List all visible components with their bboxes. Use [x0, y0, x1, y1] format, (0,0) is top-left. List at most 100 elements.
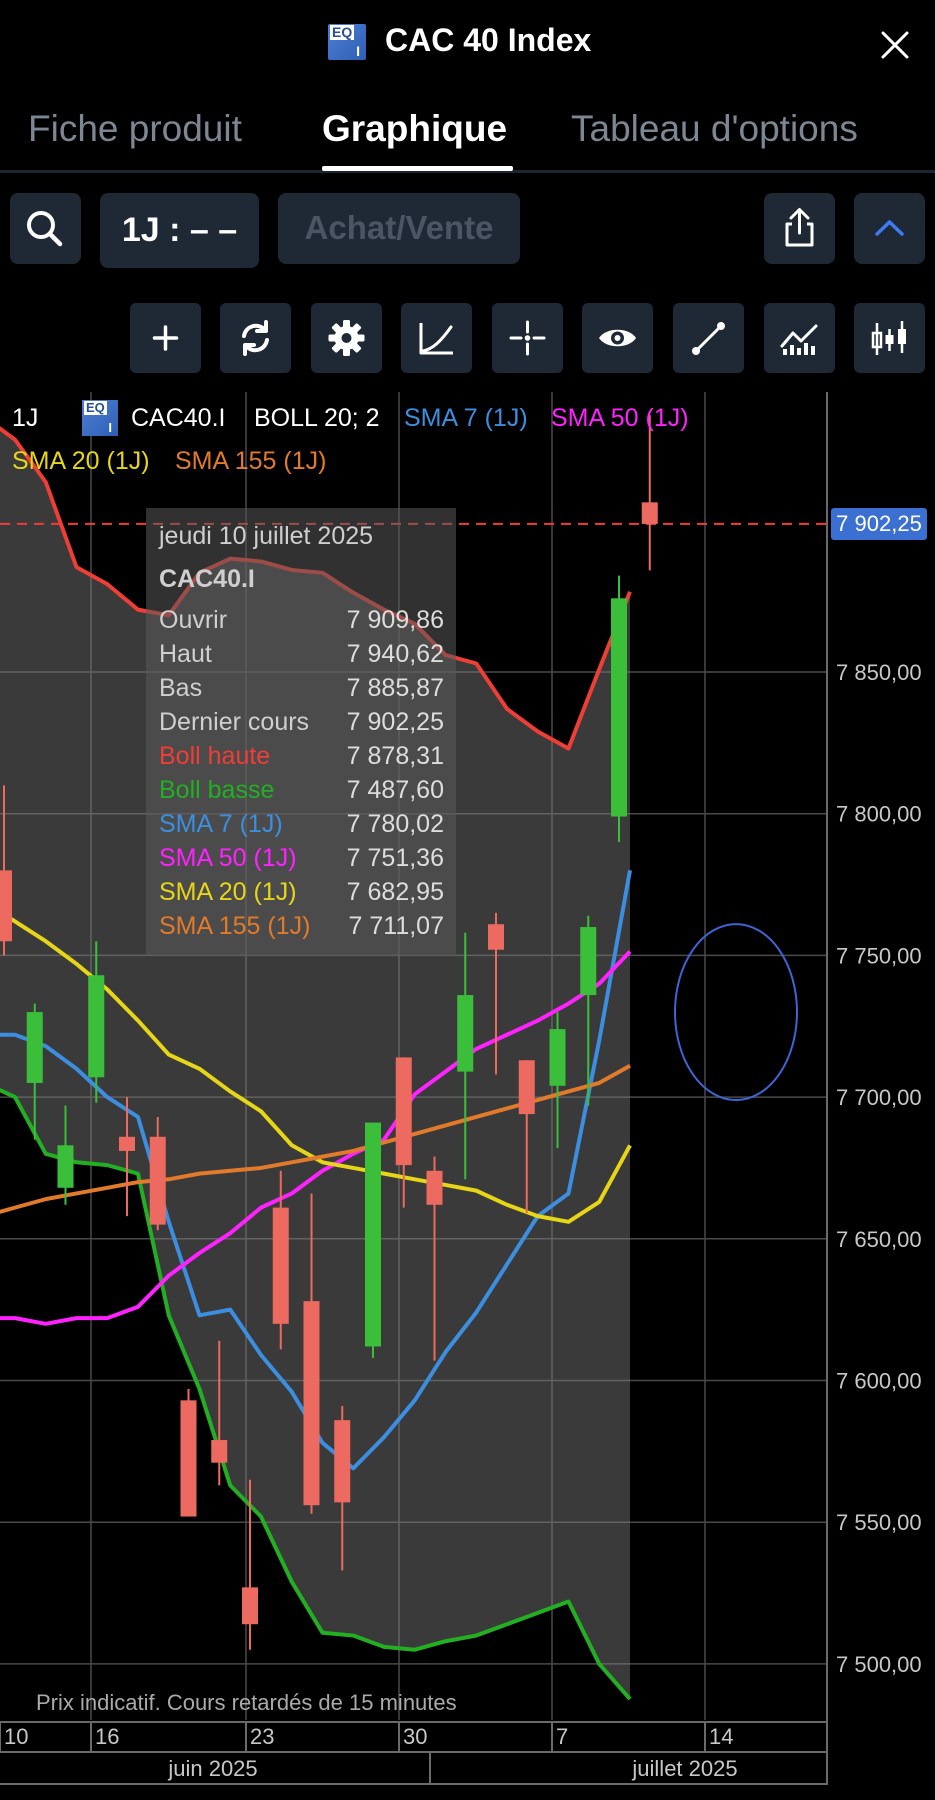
candle-body [334, 1420, 351, 1503]
tooltip-row-label: Boll haute [159, 742, 271, 770]
crosshair-icon [509, 320, 546, 356]
tooltip-symbol: CAC40.I [159, 565, 255, 593]
tab-fiche-produit[interactable]: Fiche produit [28, 108, 242, 150]
tab-graphique[interactable]: Graphique [322, 108, 507, 150]
curve-icon [419, 323, 453, 355]
candle-body [242, 1587, 258, 1625]
tooltip-row-value: 7 940,62 [346, 640, 444, 668]
search-button[interactable] [10, 193, 81, 264]
y-tick-label: 7 700,00 [836, 1085, 922, 1110]
collapse-toolbar-button[interactable] [854, 193, 925, 264]
y-tick-label: 7 850,00 [836, 660, 922, 685]
curve-button[interactable] [401, 303, 472, 373]
plus-icon [152, 325, 179, 351]
candle-body [549, 1029, 566, 1086]
x-tick-label: 30 [403, 1724, 427, 1749]
candle-body [395, 1057, 412, 1166]
tooltip-row-value: 7 711,07 [348, 912, 444, 940]
close-icon[interactable] [878, 28, 912, 62]
legend-sma20: SMA 20 (1J) [12, 447, 150, 475]
buy-sell-button[interactable]: Achat/Vente [278, 193, 520, 264]
tooltip-row-value: 7 487,60 [346, 776, 444, 804]
indicators-button[interactable] [764, 303, 835, 373]
add-button[interactable] [130, 303, 201, 373]
indicators-icon [780, 324, 818, 355]
y-tick-label: 7 800,00 [836, 802, 922, 827]
settings-button[interactable] [311, 303, 382, 373]
tooltip-row-label: Haut [159, 640, 212, 668]
y-tick-label: 7 550,00 [836, 1510, 922, 1535]
chevron-up-icon [875, 220, 904, 236]
candle-body [303, 1301, 320, 1506]
tooltip-row-label: SMA 155 (1J) [159, 912, 311, 940]
eq-index-icon: EQ I [328, 24, 366, 60]
last-price-tag: 7 902,25 [831, 508, 927, 540]
candle-body [0, 870, 12, 942]
tooltip-date: jeudi 10 juillet 2025 [159, 522, 374, 550]
ellipse-annotation [674, 923, 798, 1102]
tooltip-row-label: Boll basse [159, 776, 275, 804]
tooltip-row-value: 7 751,36 [346, 844, 444, 872]
candle-body [180, 1400, 197, 1517]
line-draw-icon [692, 322, 725, 355]
month-label: juillet 2025 [631, 1756, 737, 1781]
candle-body [580, 927, 597, 996]
candle-body [119, 1136, 135, 1151]
period-label: 1J : – – [121, 211, 238, 249]
x-tick-label: 23 [250, 1724, 274, 1749]
candle-body [518, 1060, 535, 1115]
candle-body [426, 1170, 443, 1205]
legend-sma7: SMA 7 (1J) [404, 404, 528, 432]
tooltip-row-value: 7 780,02 [346, 810, 444, 838]
tooltip-row-value: 7 885,87 [346, 674, 444, 702]
candle-body [149, 1136, 166, 1225]
candle-body [88, 975, 105, 1078]
y-tick-label: 7 650,00 [836, 1227, 922, 1252]
refresh-icon [242, 320, 269, 356]
gear-icon [328, 320, 365, 356]
candle-body [211, 1440, 228, 1463]
month-label: juin 2025 [167, 1756, 257, 1781]
delay-disclaimer: Prix indicatif. Cours retardés de 15 min… [36, 1690, 457, 1715]
tooltip-row-label: SMA 50 (1J) [159, 844, 297, 872]
x-tick-label: 14 [709, 1724, 733, 1749]
tooltip-row-label: SMA 20 (1J) [159, 878, 297, 906]
chart-type-button[interactable] [854, 303, 925, 373]
tooltip-row-label: Dernier cours [159, 708, 310, 736]
candle-body [457, 995, 474, 1072]
tooltip-row-label: Ouvrir [159, 606, 228, 634]
period-selector-button[interactable]: 1J : – – [100, 193, 259, 268]
active-tab-indicator [322, 166, 513, 171]
legend-period: 1J [12, 404, 39, 432]
tooltip-row-label: SMA 7 (1J) [159, 810, 283, 838]
legend-symbol: CAC40.I [131, 404, 226, 432]
share-icon [785, 208, 814, 247]
candle-body [365, 1122, 381, 1347]
draw-line-button[interactable] [673, 303, 744, 373]
y-tick-label: 7 600,00 [836, 1369, 922, 1394]
candle-body [611, 598, 627, 817]
y-tick-label: 7 500,00 [836, 1652, 922, 1677]
tooltip-row-value: 7 909,86 [346, 606, 444, 634]
candle-body [272, 1207, 289, 1324]
candle-body [26, 1012, 43, 1083]
tooltip-row-value: 7 902,25 [346, 708, 444, 736]
candle-body [641, 502, 658, 524]
visibility-button[interactable] [582, 303, 653, 373]
legend-eq-icon: EQ I [82, 400, 118, 436]
page-title: CAC 40 Index [385, 22, 592, 58]
candle-body [488, 924, 504, 950]
header: EQ I CAC 40 Index [0, 0, 935, 90]
search-icon [27, 211, 63, 247]
legend-sma155: SMA 155 (1J) [175, 447, 327, 475]
price-chart[interactable]: 7 500,00 7 550,00 7 600,00 7 650,00 7 700,00… [0, 392, 935, 1800]
legend-boll: BOLL 20; 2 [254, 404, 380, 432]
crosshair-button[interactable] [492, 303, 563, 373]
refresh-button[interactable] [220, 303, 291, 373]
legend-sma50: SMA 50 (1J) [551, 404, 689, 432]
y-tick-label: 7 750,00 [836, 943, 922, 968]
tab-tableau-options[interactable]: Tableau d'options [571, 108, 858, 150]
share-button[interactable] [764, 193, 835, 264]
tooltip-row-value: 7 682,95 [346, 878, 444, 906]
x-tick-label: 10 [4, 1724, 28, 1749]
